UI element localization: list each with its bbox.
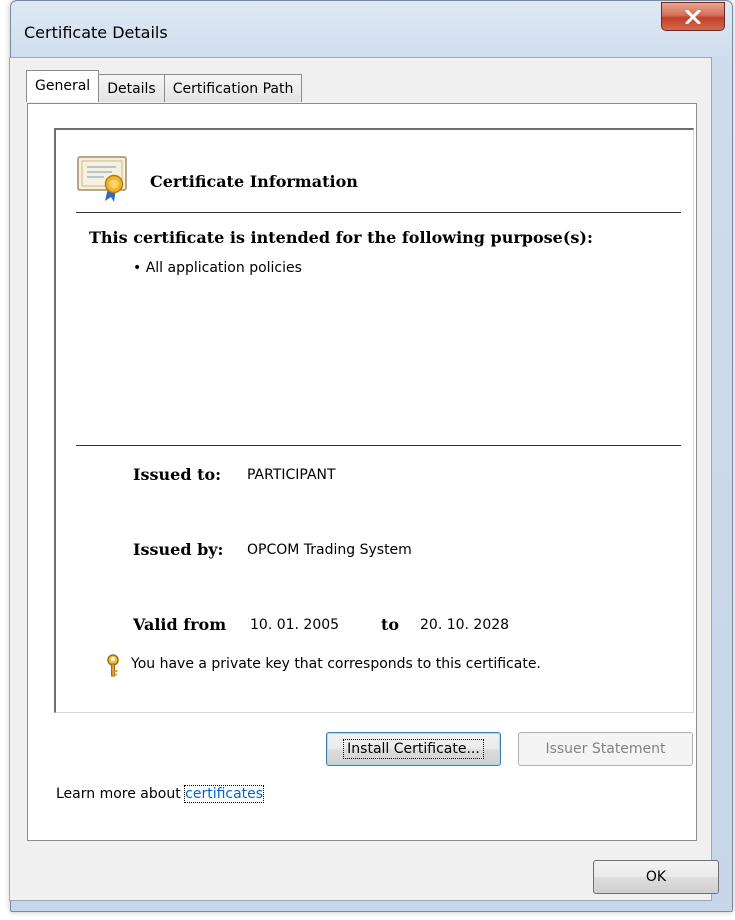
issuer-statement-button[interactable]: Issuer Statement — [518, 732, 693, 766]
purpose-heading: This certificate is intended for the fol… — [89, 228, 593, 247]
window-title: Certificate Details — [24, 23, 168, 42]
valid-to-label: to — [381, 615, 400, 634]
issuer-statement-label: Issuer Statement — [545, 741, 666, 757]
tab-certification-path[interactable]: Certification Path — [163, 74, 303, 102]
key-icon — [104, 654, 122, 682]
issued-to-label: Issued to: — [133, 465, 222, 484]
valid-to-value: 20. 10. 2028 — [420, 617, 510, 633]
issued-by-value: OPCOM Trading System — [247, 542, 412, 558]
issued-by-label: Issued by: — [133, 540, 224, 559]
close-icon — [685, 9, 701, 24]
tab-details[interactable]: Details — [98, 74, 165, 102]
tab-general[interactable]: General — [26, 70, 100, 102]
purpose-item: • All application policies — [133, 260, 302, 276]
install-certificate-label: Install Certificate... — [343, 739, 484, 759]
private-key-text: You have a private key that corresponds … — [131, 656, 541, 672]
ok-button[interactable]: OK — [593, 860, 719, 894]
divider-bottom — [76, 445, 681, 446]
certificates-link[interactable]: certificates — [184, 785, 265, 803]
learn-more-text: Learn more about certificates — [56, 785, 265, 803]
valid-from-value: 10. 01. 2005 — [250, 617, 340, 633]
tab-strip: General Details Certification Path — [26, 70, 303, 102]
divider-top — [76, 212, 681, 213]
close-button[interactable] — [661, 2, 725, 31]
valid-from-label: Valid from — [133, 615, 227, 634]
certificate-icon — [76, 154, 132, 208]
learn-more-prefix: Learn more about — [56, 786, 186, 802]
install-certificate-button[interactable]: Install Certificate... — [326, 732, 501, 766]
ok-label: OK — [645, 869, 667, 885]
issued-to-value: PARTICIPANT — [247, 467, 336, 483]
certificate-info-title: Certificate Information — [150, 172, 358, 191]
title-bar[interactable]: Certificate Details — [11, 1, 732, 59]
